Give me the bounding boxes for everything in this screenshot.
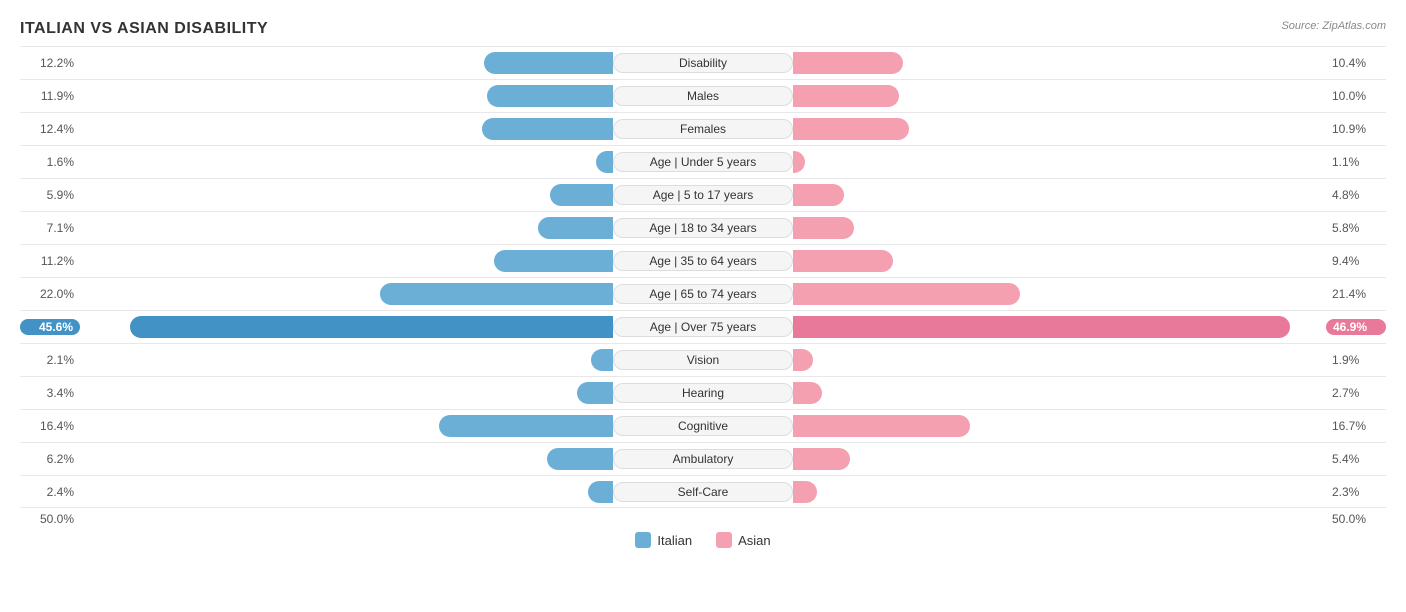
asian-swatch bbox=[716, 532, 732, 548]
left-bar bbox=[484, 52, 613, 74]
right-bar bbox=[793, 184, 844, 206]
bar-row: 45.6% Age | Over 75 years 46.9% bbox=[20, 310, 1386, 343]
left-bar bbox=[547, 448, 613, 470]
left-bar bbox=[577, 382, 613, 404]
bar-label: Age | 35 to 64 years bbox=[613, 251, 793, 271]
left-value: 22.0% bbox=[20, 287, 80, 301]
left-bar bbox=[588, 481, 613, 503]
italian-swatch bbox=[635, 532, 651, 548]
right-value: 10.0% bbox=[1326, 89, 1386, 103]
bar-label: Cognitive bbox=[613, 416, 793, 436]
legend: Italian Asian bbox=[20, 532, 1386, 548]
right-value: 10.4% bbox=[1326, 56, 1386, 70]
left-value: 5.9% bbox=[20, 188, 80, 202]
right-bar bbox=[793, 283, 1020, 305]
right-bar bbox=[793, 415, 970, 437]
right-value: 5.4% bbox=[1326, 452, 1386, 466]
bar-row: 1.6% Age | Under 5 years 1.1% bbox=[20, 145, 1386, 178]
right-value: 16.7% bbox=[1326, 419, 1386, 433]
left-value: 16.4% bbox=[20, 419, 80, 433]
left-bar bbox=[591, 349, 613, 371]
asian-legend-label: Asian bbox=[738, 533, 771, 548]
right-bar bbox=[793, 349, 813, 371]
left-value: 2.1% bbox=[20, 353, 80, 367]
left-bar bbox=[596, 151, 613, 173]
left-bar bbox=[439, 415, 613, 437]
left-bar bbox=[487, 85, 613, 107]
left-value: 12.2% bbox=[20, 56, 80, 70]
bar-label: Ambulatory bbox=[613, 449, 793, 469]
right-bar bbox=[793, 316, 1290, 338]
bar-row: 6.2% Ambulatory 5.4% bbox=[20, 442, 1386, 475]
right-bar bbox=[793, 85, 899, 107]
left-value: 7.1% bbox=[20, 221, 80, 235]
bar-row: 11.2% Age | 35 to 64 years 9.4% bbox=[20, 244, 1386, 277]
bar-label: Vision bbox=[613, 350, 793, 370]
right-bar bbox=[793, 481, 817, 503]
right-value: 2.7% bbox=[1326, 386, 1386, 400]
bar-label: Hearing bbox=[613, 383, 793, 403]
chart-container: ITALIAN VS ASIAN DISABILITY Source: ZipA… bbox=[0, 10, 1406, 568]
bar-label: Age | 18 to 34 years bbox=[613, 218, 793, 238]
axis-left-label: 50.0% bbox=[20, 512, 80, 526]
right-bar bbox=[793, 448, 850, 470]
right-value: 2.3% bbox=[1326, 485, 1386, 499]
bar-label: Disability bbox=[613, 53, 793, 73]
left-bar bbox=[494, 250, 613, 272]
right-value: 1.9% bbox=[1326, 353, 1386, 367]
left-bar bbox=[482, 118, 613, 140]
left-bar bbox=[538, 217, 613, 239]
bar-row: 7.1% Age | 18 to 34 years 5.8% bbox=[20, 211, 1386, 244]
source-text: Source: ZipAtlas.com bbox=[1281, 20, 1386, 32]
right-bar bbox=[793, 217, 854, 239]
right-value: 10.9% bbox=[1326, 122, 1386, 136]
bar-row: 22.0% Age | 65 to 74 years 21.4% bbox=[20, 277, 1386, 310]
left-value: 45.6% bbox=[20, 319, 80, 335]
bar-row: 12.4% Females 10.9% bbox=[20, 112, 1386, 145]
left-bar bbox=[380, 283, 613, 305]
bar-label: Age | Under 5 years bbox=[613, 152, 793, 172]
bar-row: 12.2% Disability 10.4% bbox=[20, 46, 1386, 79]
italian-legend-label: Italian bbox=[657, 533, 692, 548]
bar-row: 11.9% Males 10.0% bbox=[20, 79, 1386, 112]
bar-row: 3.4% Hearing 2.7% bbox=[20, 376, 1386, 409]
left-value: 12.4% bbox=[20, 122, 80, 136]
axis-row: 50.0% 50.0% bbox=[20, 512, 1386, 526]
bar-row: 16.4% Cognitive 16.7% bbox=[20, 409, 1386, 442]
left-bar bbox=[130, 316, 613, 338]
right-bar bbox=[793, 382, 822, 404]
left-value: 3.4% bbox=[20, 386, 80, 400]
bar-row: 2.4% Self-Care 2.3% bbox=[20, 475, 1386, 508]
bar-label: Males bbox=[613, 86, 793, 106]
bar-row: 5.9% Age | 5 to 17 years 4.8% bbox=[20, 178, 1386, 211]
right-value: 5.8% bbox=[1326, 221, 1386, 235]
right-bar bbox=[793, 118, 909, 140]
right-bar bbox=[793, 151, 805, 173]
axis-right-label: 50.0% bbox=[1326, 512, 1386, 526]
bar-label: Age | 65 to 74 years bbox=[613, 284, 793, 304]
chart-title: ITALIAN VS ASIAN DISABILITY bbox=[20, 20, 1386, 38]
right-value: 46.9% bbox=[1326, 319, 1386, 335]
legend-item-italian: Italian bbox=[635, 532, 692, 548]
right-bar bbox=[793, 52, 903, 74]
left-value: 2.4% bbox=[20, 485, 80, 499]
left-value: 11.9% bbox=[20, 89, 80, 103]
bar-label: Age | Over 75 years bbox=[613, 317, 793, 337]
right-value: 4.8% bbox=[1326, 188, 1386, 202]
legend-item-asian: Asian bbox=[716, 532, 771, 548]
bar-label: Females bbox=[613, 119, 793, 139]
left-bar bbox=[550, 184, 613, 206]
right-bar bbox=[793, 250, 893, 272]
right-value: 9.4% bbox=[1326, 254, 1386, 268]
bar-row: 2.1% Vision 1.9% bbox=[20, 343, 1386, 376]
bar-label: Self-Care bbox=[613, 482, 793, 502]
bar-label: Age | 5 to 17 years bbox=[613, 185, 793, 205]
chart-area: 12.2% Disability 10.4% 11.9% Males 10.0% 12.4%… bbox=[20, 46, 1386, 508]
left-value: 11.2% bbox=[20, 254, 80, 268]
right-value: 1.1% bbox=[1326, 155, 1386, 169]
left-value: 6.2% bbox=[20, 452, 80, 466]
left-value: 1.6% bbox=[20, 155, 80, 169]
right-value: 21.4% bbox=[1326, 287, 1386, 301]
